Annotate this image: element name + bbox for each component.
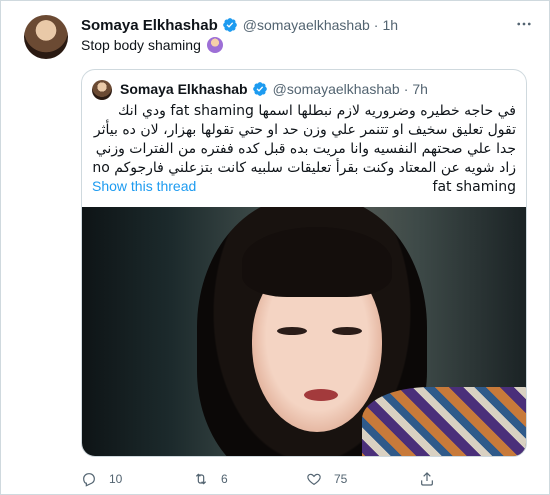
- quoted-tweet-time: 7h: [412, 81, 428, 97]
- woman-gesturing-no-emoji-icon: [206, 37, 223, 53]
- quoted-author-name: Somaya Elkhashab: [120, 81, 248, 97]
- photo-eye-left: [277, 327, 307, 335]
- reply-button[interactable]: 10: [81, 471, 122, 487]
- share-icon: [421, 472, 433, 486]
- photo-scarf: [362, 387, 526, 456]
- photo-eye-right: [332, 327, 362, 335]
- photo-lips: [304, 389, 338, 401]
- share-button[interactable]: [419, 471, 447, 487]
- retweet-icon: [195, 473, 207, 485]
- tweet-header: Somaya Elkhashab @somayaelkhashab · 1h: [81, 15, 398, 35]
- more-icon[interactable]: [515, 15, 533, 38]
- retweet-count: 6: [221, 472, 228, 486]
- tweet-text-content: Stop body shaming: [81, 37, 201, 53]
- heart-icon: [307, 473, 321, 486]
- photo-bangs: [242, 227, 392, 297]
- like-button[interactable]: 75: [306, 471, 347, 487]
- tweet-actions: 10 6 75: [81, 471, 527, 489]
- author-name[interactable]: Somaya Elkhashab: [81, 17, 218, 34]
- quoted-author-handle: @somayaelkhashab: [272, 81, 400, 97]
- author-avatar[interactable]: [24, 15, 68, 59]
- tweet-time[interactable]: 1h: [382, 17, 398, 33]
- quoted-verified-badge-icon: [252, 82, 267, 96]
- retweet-button[interactable]: 6: [193, 471, 228, 487]
- author-handle[interactable]: @somayaelkhashab: [243, 17, 370, 33]
- quoted-tweet[interactable]: Somaya Elkhashab @somayaelkhashab · 7h ف…: [81, 69, 527, 457]
- verified-badge-icon: [222, 18, 237, 32]
- show-thread-link[interactable]: Show this thread: [92, 178, 196, 194]
- tweet-card: Somaya Elkhashab @somayaelkhashab · 1h S…: [0, 0, 550, 495]
- quoted-tweet-photo[interactable]: [82, 207, 526, 456]
- separator-dot: ·: [373, 17, 379, 33]
- tweet-text: Stop body shaming: [81, 37, 223, 53]
- quoted-tweet-header: Somaya Elkhashab @somayaelkhashab · 7h: [120, 79, 428, 99]
- like-count: 75: [334, 472, 348, 486]
- reply-icon: [83, 473, 95, 487]
- reply-count: 10: [109, 472, 123, 486]
- quoted-separator-dot: ·: [403, 81, 409, 97]
- quoted-author-avatar: [92, 80, 112, 100]
